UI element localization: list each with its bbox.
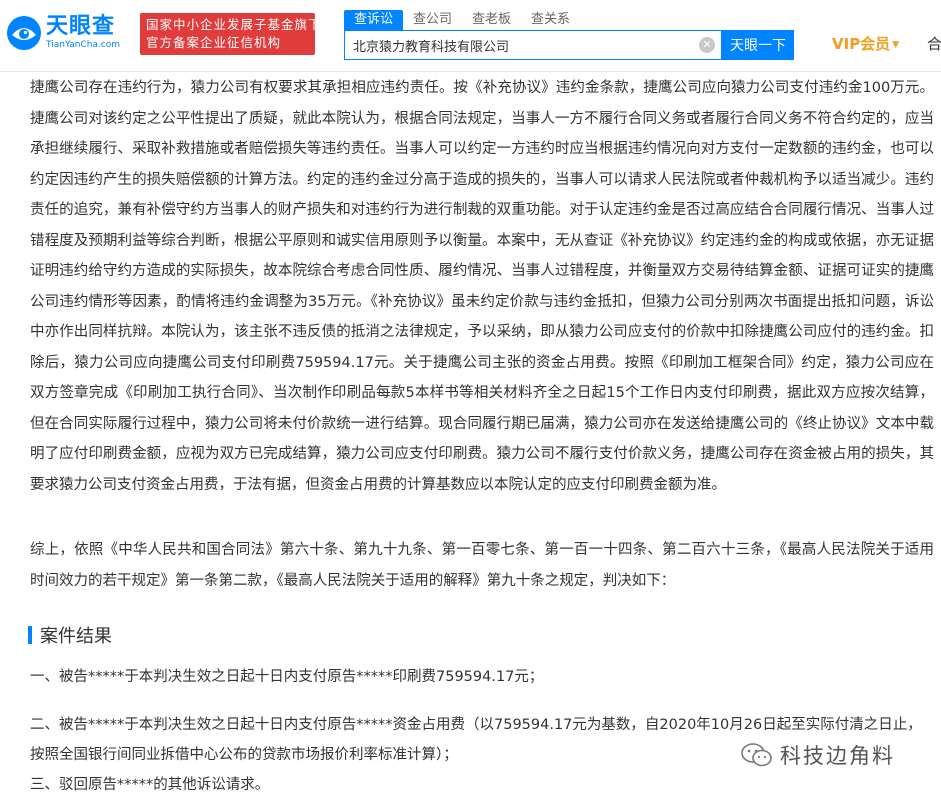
header-trailing-text[interactable]: 合 [927, 33, 941, 54]
judgment-paragraph-conclusion: 综上，依照《中华人民共和国合同法》第六十条、第九十九条、第一百零七条、第一百一十… [30, 542, 934, 589]
top-header: 天眼查 TianYanCha.com 国家中小企业发展子基金旗下 官方备案企业征… [0, 0, 941, 72]
tab-company[interactable]: 查公司 [403, 10, 462, 30]
search-tabs: 查诉讼 查公司 查老板 查关系 [344, 10, 580, 30]
logo-text: 天眼查 TianYanCha.com [46, 15, 120, 51]
tab-boss[interactable]: 查老板 [462, 10, 521, 30]
tianyancha-logo[interactable]: 天眼查 TianYanCha.com [6, 10, 131, 56]
badge-line-2: 官方备案企业征信机构 [146, 35, 282, 50]
result-item-1: 一、被告*****于本判决生效之日起十日内支付原告*****印刷费759594.… [30, 669, 544, 685]
search-box: ✕ [344, 30, 722, 60]
tab-lawsuit[interactable]: 查诉讼 [344, 10, 404, 30]
wechat-watermark: 科技边角料 [740, 740, 895, 770]
search-button[interactable]: 天眼一下 [722, 30, 794, 60]
judgment-content: 捷鹰公司存在违约行为，猿力公司有权要求其承担相应违约责任。按《补充协议》违约金条… [0, 72, 941, 800]
logo-name: 天眼查 [46, 14, 116, 39]
watermark-text: 科技边角料 [780, 744, 895, 768]
eye-logo-icon [7, 16, 41, 50]
clear-icon[interactable]: ✕ [699, 37, 715, 53]
vip-label: VIP会员 [832, 35, 891, 53]
section-accent-bar [28, 626, 32, 644]
result-item-3: 三、驳回原告*****的其他诉讼请求。 [30, 777, 270, 793]
tab-relation[interactable]: 查关系 [521, 10, 580, 30]
judgment-paragraph-reasoning: 捷鹰公司存在违约行为，猿力公司有权要求其承担相应违约责任。按《补充协议》违约金条… [30, 80, 934, 493]
caret-down-icon: ▼ [892, 40, 900, 50]
vip-member-menu[interactable]: VIP会员 ▼ [832, 33, 899, 54]
logo-domain: TianYanCha.com [46, 40, 121, 50]
official-badge: 国家中小企业发展子基金旗下 官方备案企业征信机构 [140, 13, 322, 55]
badge-line-1: 国家中小企业发展子基金旗下 [146, 17, 322, 32]
section-title-text: 案件结果 [40, 626, 112, 647]
wechat-icon [741, 743, 772, 767]
search-input[interactable] [345, 31, 675, 59]
section-case-result: 案件结果 [28, 622, 112, 648]
